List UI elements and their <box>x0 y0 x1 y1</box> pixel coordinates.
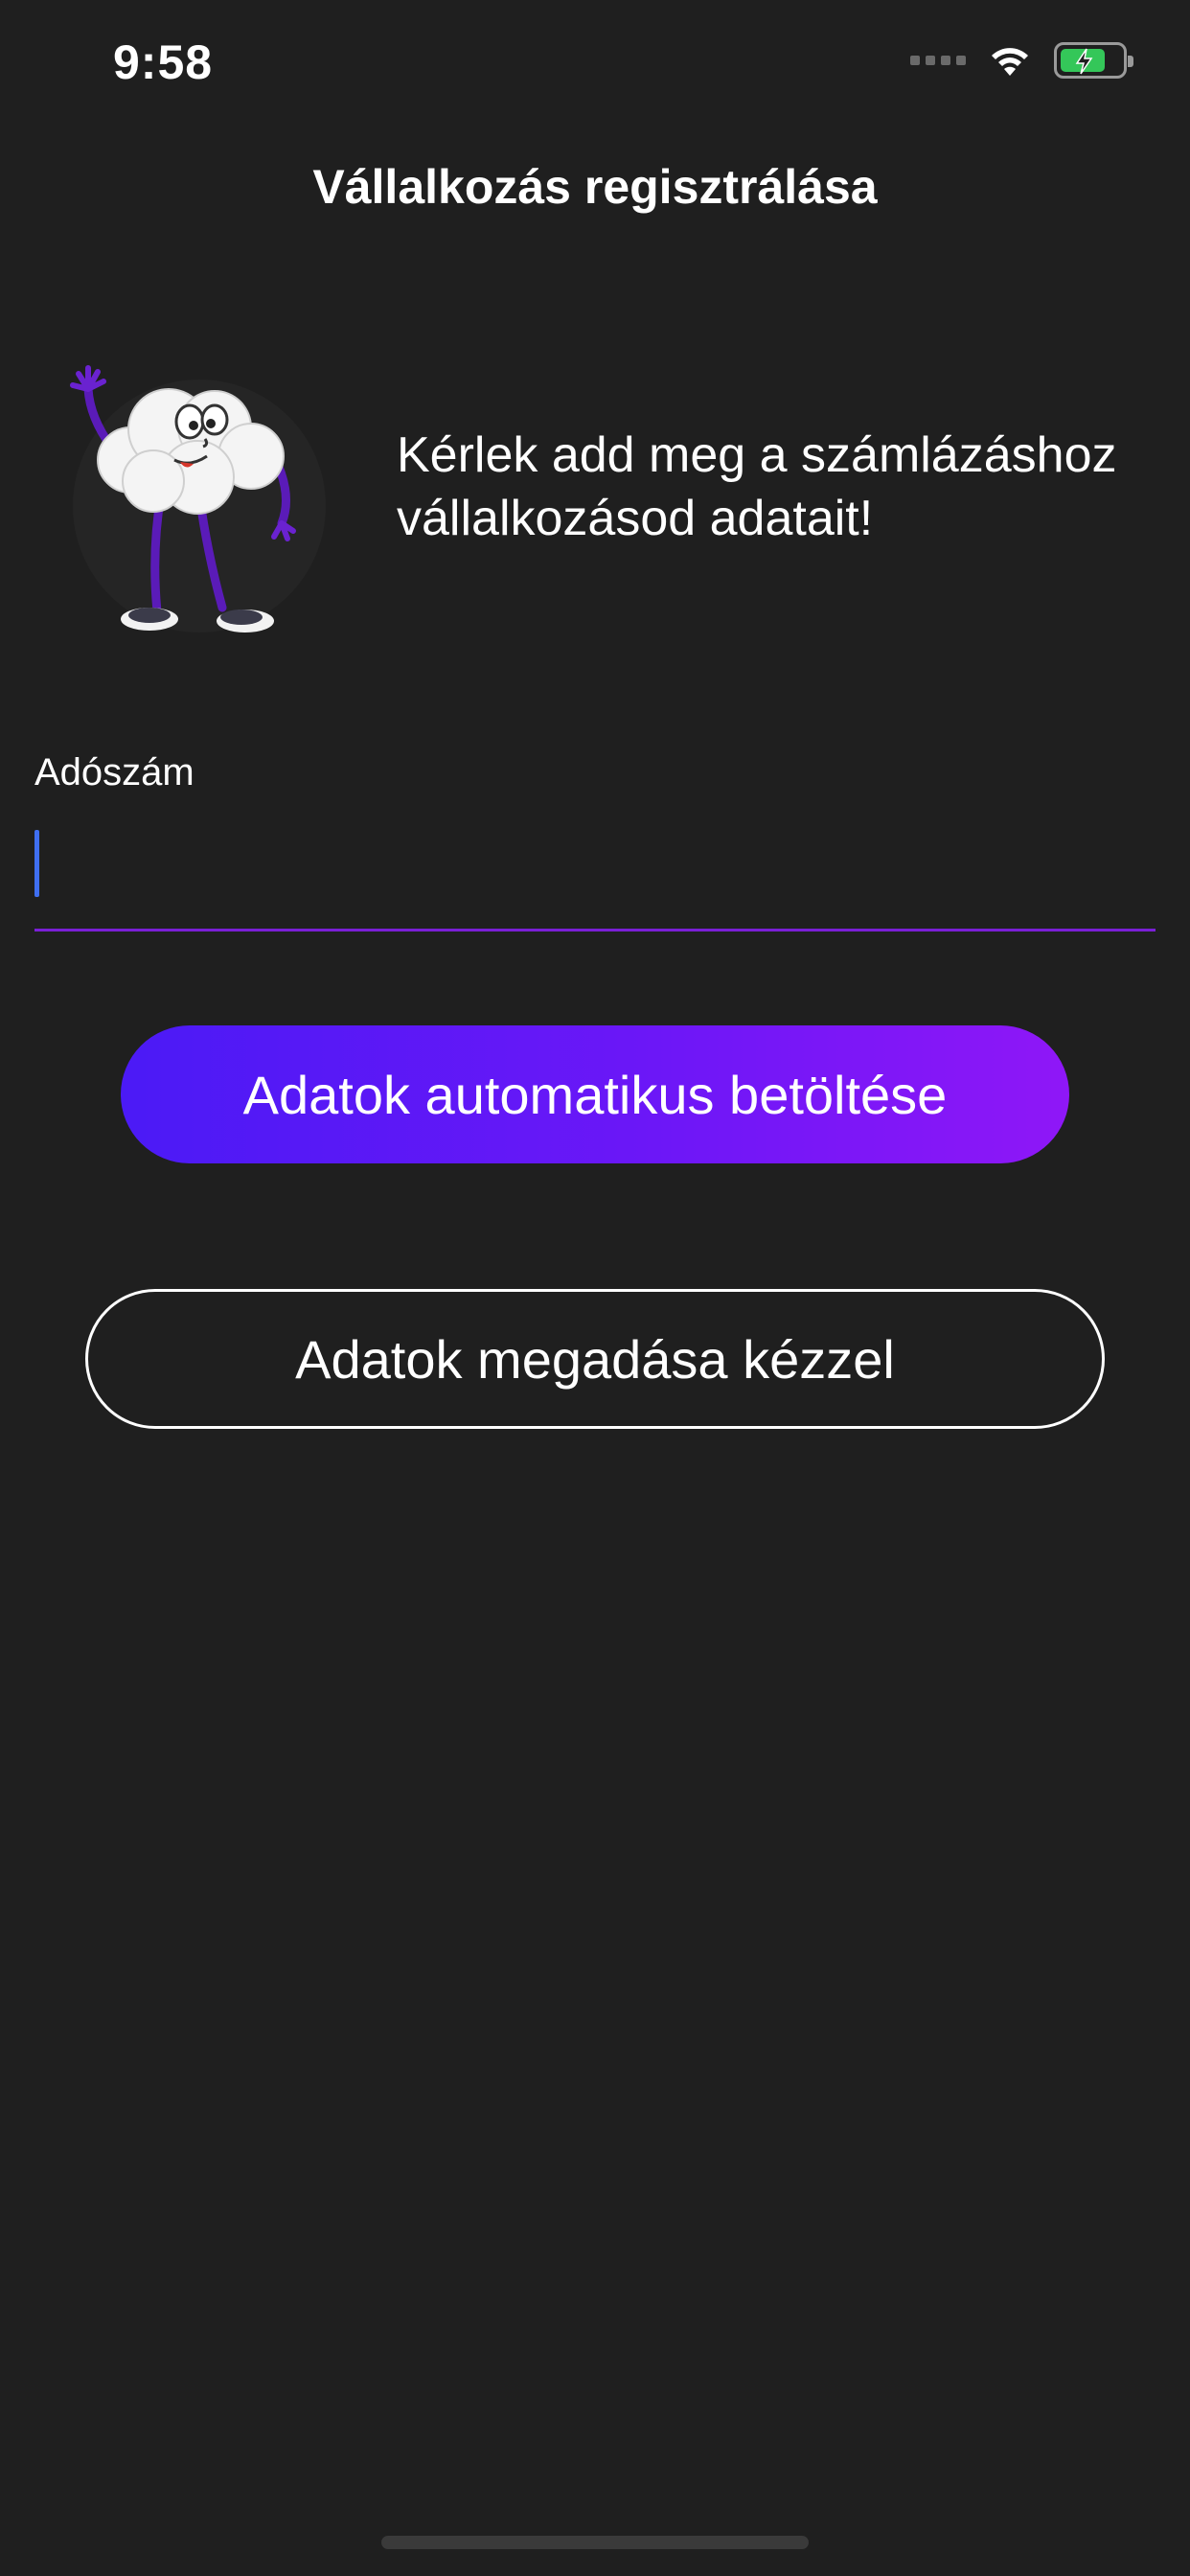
page-title: Vállalkozás regisztrálása <box>312 160 878 214</box>
cloud-mascot-icon <box>70 365 326 632</box>
wifi-icon <box>992 48 1028 76</box>
screen: 9:58 Vállalkozás regisztrálása Kérlek ad… <box>0 0 1190 2576</box>
tax-number-input[interactable] <box>34 822 1156 932</box>
status-icons <box>910 42 1133 79</box>
status-time: 9:58 <box>113 35 214 89</box>
text-caret <box>34 830 39 897</box>
battery-charging-icon <box>1054 42 1133 79</box>
manual-entry-button[interactable]: Adatok megadása kézzel <box>85 1289 1105 1429</box>
auto-load-button[interactable]: Adatok automatikus betöltése <box>121 1025 1069 1163</box>
signal-dots-icon <box>910 56 966 65</box>
intro-text: Kérlek add meg a számlázáshoz vállalkozá… <box>397 427 1117 546</box>
tax-number-label: Adószám <box>34 751 195 794</box>
home-indicator[interactable] <box>381 2536 809 2549</box>
